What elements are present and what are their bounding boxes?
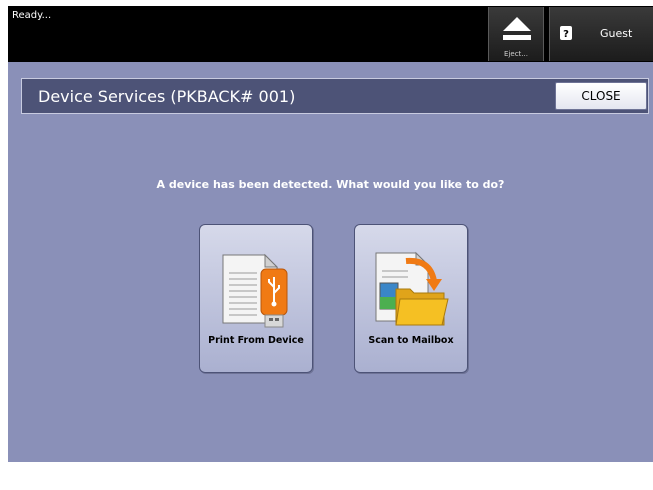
page-title: Device Services (PKBACK# 001) xyxy=(38,87,296,106)
device-detected-prompt: A device has been detected. What would y… xyxy=(156,178,505,191)
print-from-usb-icon xyxy=(222,253,288,328)
svg-text:?: ? xyxy=(563,29,569,40)
eject-icon xyxy=(503,17,531,40)
panel-titlebar: Device Services (PKBACK# 001) CLOSE xyxy=(21,78,649,114)
eject-label: Eject... xyxy=(504,50,528,58)
scan-to-mailbox-label: Scan to Mailbox xyxy=(368,335,454,346)
user-button[interactable]: ? Guest xyxy=(549,7,653,61)
close-button[interactable]: CLOSE xyxy=(555,82,647,110)
user-lock-icon: ? xyxy=(560,26,572,40)
device-services-panel: Device Services (PKBACK# 001) CLOSE A de… xyxy=(8,62,653,462)
scan-to-mailbox-icon xyxy=(375,251,449,326)
print-from-device-button[interactable]: Print From Device xyxy=(199,224,313,373)
print-from-device-label: Print From Device xyxy=(208,335,304,346)
user-label: Guest xyxy=(600,27,633,40)
scan-to-mailbox-button[interactable]: Scan to Mailbox xyxy=(354,224,468,373)
status-text: Ready... xyxy=(12,10,52,21)
top-status-bar: Ready... Eject... ? Guest xyxy=(8,6,653,62)
eject-button[interactable]: Eject... xyxy=(488,7,544,61)
